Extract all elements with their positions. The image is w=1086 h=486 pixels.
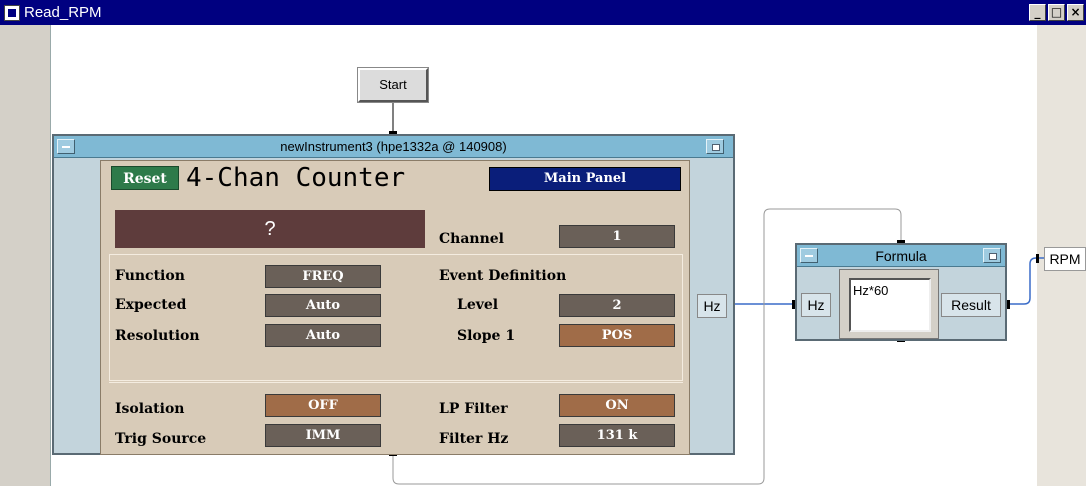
- measurement-group: [109, 254, 683, 381]
- close-button[interactable]: ×: [1067, 4, 1084, 21]
- resolution-label: Resolution: [115, 328, 200, 344]
- window-controls: _ □ ×: [1029, 4, 1084, 21]
- formula-pin-icon[interactable]: [983, 248, 1001, 263]
- channel-label: Channel: [439, 231, 504, 247]
- formula-expression-box: Hz*60: [839, 269, 939, 339]
- formula-expression-input[interactable]: Hz*60: [849, 278, 931, 332]
- isolation-label: Isolation: [115, 401, 185, 417]
- maximize-button[interactable]: □: [1048, 4, 1065, 21]
- instrument-object[interactable]: newInstrument3 (hpe1332a @ 140908) Reset…: [52, 134, 735, 455]
- left-gutter: [0, 25, 50, 486]
- filter-hz-label: Filter Hz: [439, 431, 509, 447]
- trig-source-value[interactable]: IMM: [265, 424, 381, 447]
- lp-filter-value[interactable]: ON: [559, 394, 675, 417]
- formula-title-bar[interactable]: Formula: [797, 245, 1005, 267]
- instrument-panel: Reset 4-Chan Counter Main Panel ? Channe…: [100, 160, 690, 455]
- rpm-output[interactable]: RPM: [1044, 247, 1086, 271]
- expected-label: Expected: [115, 297, 187, 313]
- filter-hz-value[interactable]: 131 k: [559, 424, 675, 447]
- divider: [109, 382, 683, 383]
- function-value[interactable]: FREQ: [265, 265, 381, 288]
- pin-icon[interactable]: [706, 139, 724, 154]
- reading-display: ?: [115, 210, 425, 248]
- level-label: Level: [457, 297, 499, 313]
- slope-label: Slope 1: [457, 328, 516, 344]
- slope-value[interactable]: POS: [559, 324, 675, 347]
- function-label: Function: [115, 268, 185, 284]
- hz-output-port[interactable]: Hz: [697, 294, 727, 318]
- channel-value[interactable]: 1: [559, 225, 675, 248]
- lp-filter-label: LP Filter: [439, 401, 508, 417]
- app-window: Read_RPM _ □ × Start newInstrument3 (hpe…: [0, 0, 1086, 486]
- title-bar[interactable]: Read_RPM _ □ ×: [0, 0, 1086, 25]
- reset-button[interactable]: Reset: [111, 166, 179, 190]
- instrument-title: newInstrument3 (hpe1332a @ 140908): [280, 139, 507, 154]
- minimize-button[interactable]: _: [1029, 4, 1046, 21]
- formula-result-port[interactable]: Result: [941, 293, 1001, 317]
- panel-title: 4-Chan Counter: [186, 163, 406, 193]
- app-icon: [4, 4, 20, 21]
- formula-title: Formula: [875, 248, 927, 264]
- formula-hz-input-port[interactable]: Hz: [801, 293, 831, 317]
- resolution-value[interactable]: Auto: [265, 324, 381, 347]
- window-title: Read_RPM: [24, 4, 102, 21]
- trig-source-label: Trig Source: [115, 431, 207, 447]
- formula-object[interactable]: Formula Hz Hz*60 Result: [795, 243, 1007, 341]
- start-button[interactable]: Start: [358, 68, 428, 102]
- instrument-title-bar[interactable]: newInstrument3 (hpe1332a @ 140908): [54, 136, 733, 158]
- main-panel-button[interactable]: Main Panel: [489, 167, 681, 191]
- expected-value[interactable]: Auto: [265, 294, 381, 317]
- level-value[interactable]: 2: [559, 294, 675, 317]
- event-definition-label: Event Definition: [439, 268, 567, 284]
- isolation-value[interactable]: OFF: [265, 394, 381, 417]
